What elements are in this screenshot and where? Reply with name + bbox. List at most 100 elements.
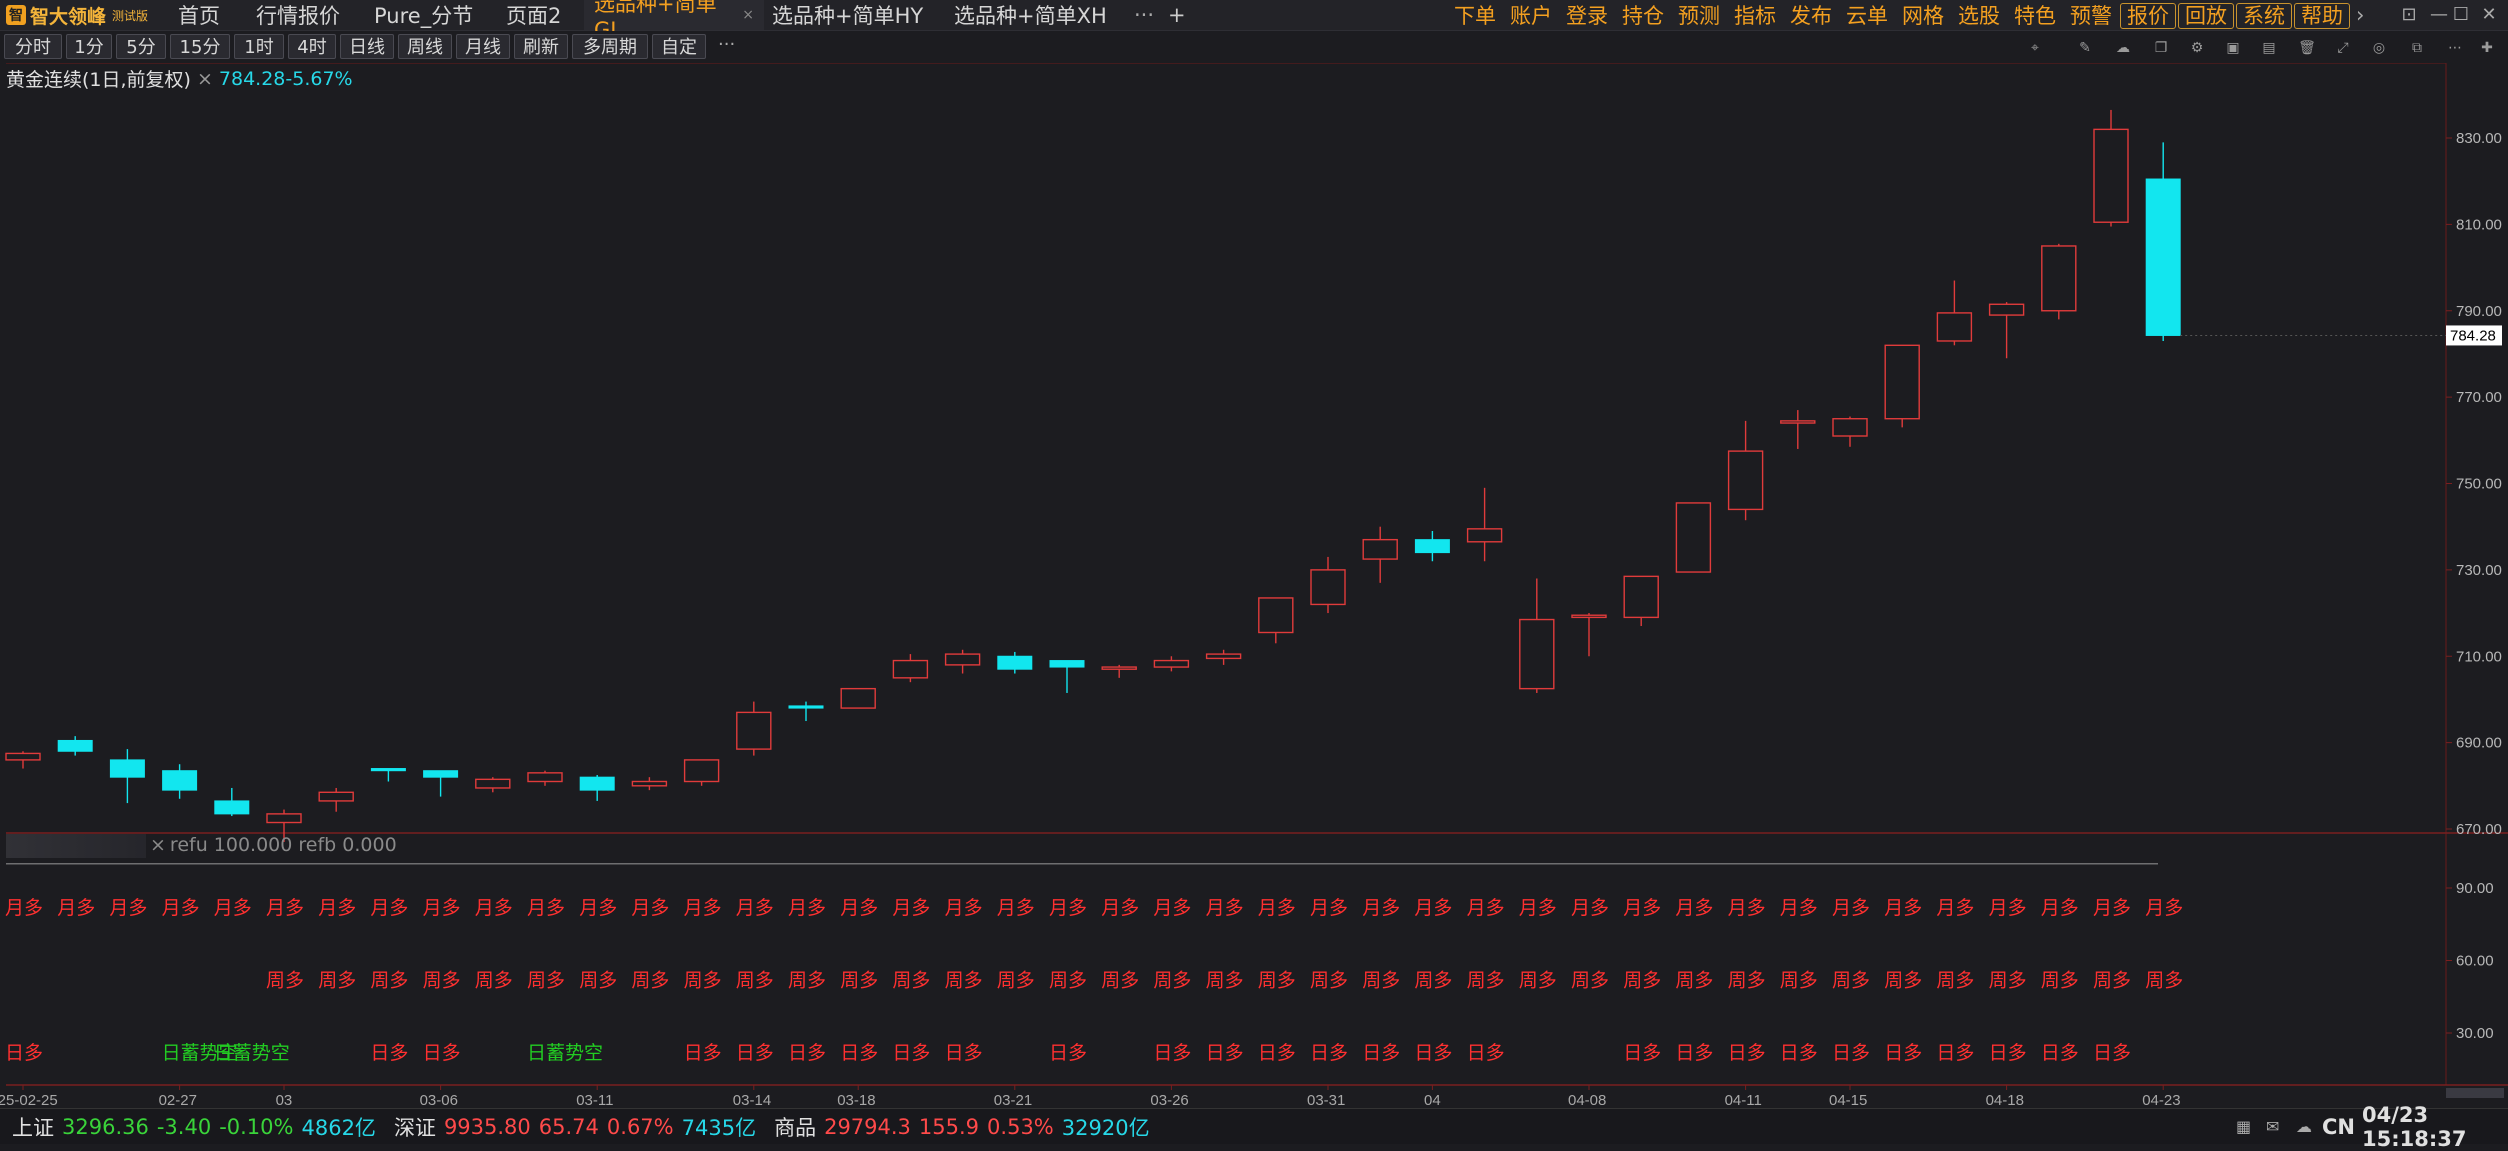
indicator-signal-label: 周多 [1414, 970, 1452, 992]
menu-order[interactable]: 下单 [1454, 0, 1496, 30]
tab-home[interactable]: 首页 [168, 0, 230, 30]
period-monthly[interactable]: 月线 [456, 34, 510, 59]
indicator-signal-label: 周多 [631, 970, 669, 992]
tab-page2[interactable]: 页面2 [496, 0, 571, 30]
candle-body [1571, 614, 1607, 619]
close-icon[interactable]: ✕ [2474, 2, 2504, 28]
target-icon[interactable]: ◎ [2368, 38, 2390, 58]
period-tick[interactable]: 分时 [4, 34, 62, 59]
pencil-icon[interactable]: ✎ [2074, 38, 2096, 58]
layers-icon[interactable]: ❐ [2150, 38, 2172, 58]
period-4h[interactable]: 4时 [288, 34, 336, 59]
tab-quotes[interactable]: 行情报价 [246, 0, 350, 30]
sz-index-name[interactable]: 深证 [394, 1112, 436, 1142]
cloud-status-icon[interactable]: ☁ [2296, 1117, 2312, 1136]
window-icon[interactable]: ▤ [2258, 38, 2280, 58]
menu-indicators[interactable]: 指标 [1734, 0, 1776, 30]
restore-icon[interactable]: ⊡ [2394, 2, 2424, 28]
candle-body [266, 813, 302, 824]
indicator-signal-label: 周多 [423, 970, 461, 992]
chevron-right-icon[interactable]: › [2356, 3, 2364, 27]
chart-close-icon[interactable]: × [197, 68, 213, 90]
x-tick-label: 04-23 [2142, 1092, 2180, 1108]
period-weekly[interactable]: 周线 [398, 34, 452, 59]
menu-login[interactable]: 登录 [1566, 0, 1608, 30]
candle-body [1936, 312, 1973, 342]
indicator-signal-label: 月多 [2093, 897, 2131, 919]
horizontal-scrollbar [2446, 1088, 2504, 1098]
menu-stock-select[interactable]: 选股 [1958, 0, 2000, 30]
menu-grid[interactable]: 网格 [1902, 0, 1944, 30]
menu-alert[interactable]: 预警 [2070, 0, 2112, 30]
settings-icon[interactable]: ⚙ [2186, 38, 2208, 58]
price-chart[interactable]: 670.00 690.00 710.00 730.00 750.00 770.00 790.… [0, 63, 2508, 1108]
indicator-signal-label: 周多 [997, 970, 1035, 992]
cloud-icon[interactable]: ☁ [2112, 38, 2134, 58]
tab-select-xh[interactable]: 选品种+简单XH [944, 0, 1117, 30]
multi-period-button[interactable]: 多周期 [572, 34, 648, 59]
replay-button[interactable]: 回放 [2178, 2, 2234, 29]
menu-publish[interactable]: 发布 [1790, 0, 1832, 30]
period-15m[interactable]: 15分 [170, 34, 230, 59]
indicator-signal-label: 月多 [1571, 897, 1609, 919]
commodity-index-percent: 0.53% [987, 1114, 1054, 1139]
trash-icon[interactable]: 🗑 [2296, 38, 2318, 58]
menu-positions[interactable]: 持仓 [1622, 0, 1664, 30]
candle-body [1623, 575, 1659, 619]
sh-index-price: 3296.36 [62, 1114, 149, 1139]
copy-icon[interactable]: ⧉ [2406, 38, 2428, 58]
indicator-signal-label: 日多 [1936, 1042, 1974, 1064]
toolbar-more-icon[interactable]: ··· [718, 34, 735, 55]
indicator-signal-label: 月多 [1728, 897, 1766, 919]
expand-icon[interactable]: ⤢ [2332, 38, 2354, 58]
period-1m[interactable]: 1分 [66, 34, 112, 59]
candle-body [370, 768, 406, 772]
indicator-signal-label: 周多 [736, 970, 774, 992]
cursor-icon[interactable]: ⌖ [2024, 38, 2046, 58]
maximize-icon[interactable]: ☐ [2446, 2, 2476, 28]
message-icon[interactable]: ✉ [2266, 1117, 2279, 1136]
indicator-signal-label: 周多 [684, 970, 722, 992]
tab-select-hy[interactable]: 选品种+简单HY [762, 0, 933, 30]
save-icon[interactable]: ▣ [2222, 38, 2244, 58]
calculator-icon[interactable]: ▦ [2236, 1117, 2251, 1136]
candle-body [1884, 344, 1920, 420]
indicator-signal-label: 周多 [370, 970, 408, 992]
indicator-signal-label: 周多 [475, 970, 513, 992]
indicator-signal-label: 月多 [684, 897, 722, 919]
sh-index-volume: 4862亿 [301, 1115, 376, 1140]
sh-index-name[interactable]: 上证 [12, 1112, 54, 1142]
candle-body [1780, 420, 1816, 424]
indicator-signal-label: 周多 [527, 970, 565, 992]
pin-icon[interactable]: ✚ [2476, 38, 2498, 58]
candle-body [318, 791, 354, 802]
tab-pure-section[interactable]: Pure_分节 [364, 0, 483, 30]
commodity-index-name[interactable]: 商品 [774, 1112, 816, 1142]
menu-account[interactable]: 账户 [1510, 0, 1552, 30]
indicator-signal-label: 月多 [318, 897, 356, 919]
indicator-signal-label: 月多 [788, 897, 826, 919]
candle-body [423, 770, 459, 778]
quote-button[interactable]: 报价 [2120, 2, 2176, 29]
indicator-signal-label: 月多 [1467, 897, 1505, 919]
menu-cloud-order[interactable]: 云单 [1846, 0, 1888, 30]
x-tick-label: 02-27 [159, 1092, 197, 1108]
help-button[interactable]: 帮助 [2294, 2, 2350, 29]
more-icon[interactable]: ⋯ [2444, 38, 2466, 58]
add-tab-icon[interactable]: + [1158, 0, 1196, 30]
menu-forecast[interactable]: 预测 [1678, 0, 1720, 30]
system-button[interactable]: 系统 [2236, 2, 2292, 29]
sz-index-volume: 7435亿 [681, 1115, 757, 1140]
period-5m[interactable]: 5分 [116, 34, 166, 59]
custom-period-button[interactable]: 自定 [652, 34, 706, 59]
period-1h[interactable]: 1时 [234, 34, 284, 59]
period-daily[interactable]: 日线 [340, 34, 394, 59]
indicator-close-icon[interactable]: × [150, 834, 166, 856]
indicator-signal-label: 周多 [892, 970, 930, 992]
menu-features[interactable]: 特色 [2014, 0, 2056, 30]
candle-body [579, 776, 615, 791]
refresh-button[interactable]: 刷新 [514, 34, 568, 59]
tab-select-gl[interactable]: 选品种+简单GL × [584, 0, 764, 42]
tab-close-icon[interactable]: × [742, 7, 754, 23]
x-tick-label: 04-15 [1829, 1092, 1867, 1108]
